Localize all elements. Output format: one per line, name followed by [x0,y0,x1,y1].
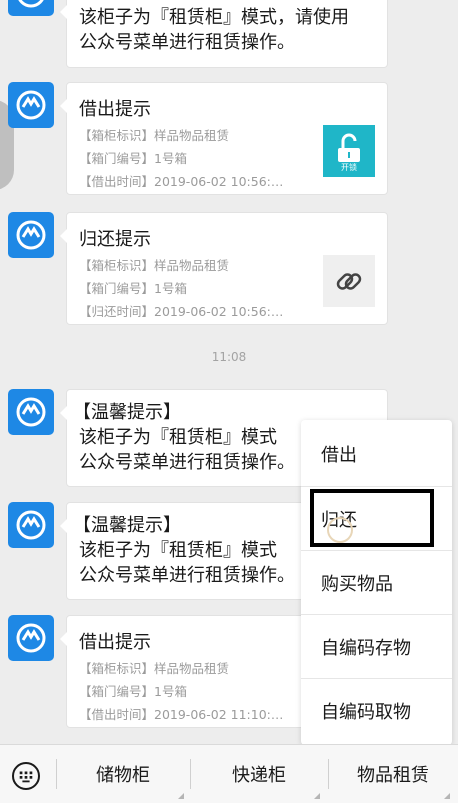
menu-item-code-deposit[interactable]: 自编码存物 [301,614,452,678]
card-title: 借出提示 [79,632,151,653]
message-line: 公众号菜单进行租赁操作。 [79,32,295,53]
card-line: 【箱门编号】1号箱 [79,281,187,296]
official-account-avatar[interactable] [8,212,54,258]
submenu-indicator [178,793,184,799]
account-logo-icon [16,220,46,250]
official-account-avatar[interactable] [8,615,54,661]
unlock-thumbnail[interactable]: 开锁 [323,125,375,177]
return-notice-card[interactable]: 归还提示 【箱柜标识】样品物品租赁 【箱门编号】1号箱 【归还时间】2019-0… [60,212,388,325]
card-title: 借出提示 [79,99,151,120]
account-logo-icon [16,510,46,540]
card-line: 【箱柜标识】样品物品租赁 [79,258,230,273]
borrow-notice-card[interactable]: 借出提示 【箱柜标识】样品物品租赁 【箱门编号】1号箱 【借出时间】2019-0… [60,82,388,195]
card-line: 【箱柜标识】样品物品租赁 [79,128,230,143]
card-line: 【借出时间】2019-06-02 11:10:… [79,707,284,722]
tab-express[interactable]: 快递柜 [190,745,328,803]
card-line: 【箱门编号】1号箱 [79,151,187,166]
card-line: 【归还时间】2019-06-02 10:56:… [79,304,284,319]
card-title: 归还提示 [79,229,151,250]
tab-rental[interactable]: 物品租赁 [328,745,458,803]
official-account-avatar[interactable] [8,82,54,128]
account-logo-icon [18,0,44,8]
official-account-avatar[interactable] [8,389,54,435]
unlock-label: 开锁 [341,163,357,172]
card-line: 【箱柜标识】样品物品租赁 [79,661,230,676]
account-logo-icon [16,397,46,427]
touch-cursor [327,517,353,543]
card-line: 【箱门编号】1号箱 [79,684,187,699]
selection-highlight-box [310,489,434,547]
message-timestamp: 11:08 [211,350,247,364]
official-account-avatar[interactable] [8,0,54,16]
message-line: 该柜子为『租赁柜』模式，请使用 [79,7,349,28]
bottom-menu-bar: 储物柜 快递柜 物品租赁 [0,744,458,803]
submenu-indicator [444,793,450,799]
card-line: 【借出时间】2019-06-02 10:56:… [79,174,284,189]
tab-storage[interactable]: 储物柜 [56,745,190,803]
menu-item-buy[interactable]: 购买物品 [301,550,452,614]
message-bubble[interactable]: 该柜子为『租赁柜』模式，请使用 公众号菜单进行租赁操作。 [60,0,388,68]
link-icon [336,273,362,290]
menu-item-borrow[interactable]: 借出 [301,422,452,486]
account-logo-icon [16,623,46,653]
account-logo-icon [16,90,46,120]
keyboard-toggle-icon[interactable] [12,762,40,790]
keyboard-icon [19,771,33,783]
rental-popup-menu: 借出 归还 购买物品 自编码存物 自编码取物 [301,420,452,745]
submenu-indicator [314,793,320,799]
official-account-avatar[interactable] [8,502,54,548]
menu-item-code-retrieve[interactable]: 自编码取物 [301,678,452,742]
link-thumbnail[interactable] [323,255,375,307]
